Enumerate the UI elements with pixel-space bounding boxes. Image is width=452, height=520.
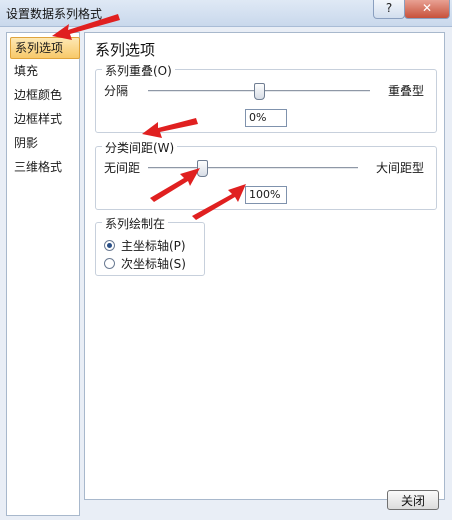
secondary-axis-option[interactable]: 次坐标轴(S)	[104, 255, 186, 271]
help-button[interactable]: ?	[373, 0, 405, 19]
gap-value-input[interactable]: 100%	[245, 186, 287, 204]
overlap-value-input[interactable]: 0%	[245, 109, 287, 127]
window-title: 设置数据系列格式	[6, 7, 103, 21]
overlap-right-label: 重叠型	[388, 84, 425, 98]
category-sidebar: 系列选项 填充 边框颜色 边框样式 阴影 三维格式	[6, 32, 80, 516]
panel-title: 系列选项	[95, 41, 156, 59]
sidebar-item-shadow[interactable]: 阴影	[10, 133, 78, 153]
overlap-group: 系列重叠(O) 分隔 重叠型 0%	[95, 62, 437, 133]
primary-axis-radio[interactable]	[104, 239, 115, 251]
gap-slider-thumb[interactable]	[197, 160, 208, 177]
secondary-axis-label: 次坐标轴(S)	[121, 256, 186, 271]
window-close-button[interactable]: ✕	[404, 0, 450, 19]
close-button[interactable]: 关闭	[387, 490, 439, 510]
secondary-axis-radio[interactable]	[104, 257, 115, 269]
primary-axis-label: 主坐标轴(P)	[121, 238, 186, 253]
axis-legend: 系列绘制在	[102, 215, 169, 232]
sidebar-item-3d-format[interactable]: 三维格式	[10, 157, 78, 177]
overlap-legend: 系列重叠(O)	[102, 62, 175, 79]
gap-group: 分类间距(W) 无间距 大间距型 100%	[95, 139, 437, 210]
gap-slider-track[interactable]	[148, 167, 358, 169]
sidebar-item-border-color[interactable]: 边框颜色	[10, 85, 78, 105]
gap-left-label: 无间距	[104, 161, 141, 175]
title-bar: 设置数据系列格式 ? ✕	[0, 0, 452, 27]
sidebar-item-series-options[interactable]: 系列选项	[10, 37, 80, 59]
overlap-left-label: 分隔	[104, 84, 129, 98]
sidebar-item-border-style[interactable]: 边框样式	[10, 109, 78, 129]
overlap-slider-thumb[interactable]	[254, 83, 265, 100]
sidebar-item-fill[interactable]: 填充	[10, 61, 78, 81]
gap-legend: 分类间距(W)	[102, 139, 178, 156]
axis-group: 系列绘制在 主坐标轴(P) 次坐标轴(S)	[95, 215, 205, 276]
options-panel: 系列选项 系列重叠(O) 分隔 重叠型 0% 分类间距(W) 无间距 大间距型 …	[84, 32, 445, 500]
primary-axis-option[interactable]: 主坐标轴(P)	[104, 237, 186, 253]
gap-right-label: 大间距型	[376, 161, 425, 175]
